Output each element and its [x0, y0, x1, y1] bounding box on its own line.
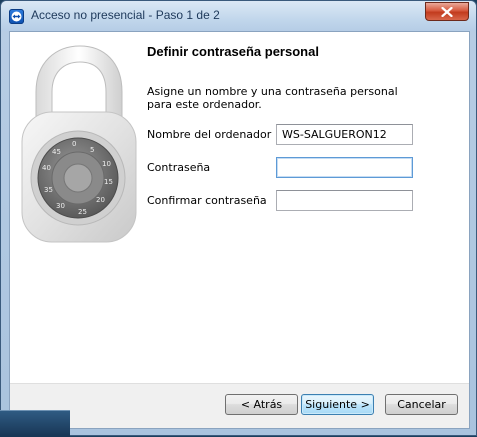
svg-text:0: 0: [72, 140, 76, 148]
close-button[interactable]: [425, 2, 469, 21]
back-button[interactable]: < Atrás: [225, 394, 298, 415]
confirm-password-field[interactable]: [276, 190, 413, 211]
window-title: Acceso no presencial - Paso 1 de 2: [31, 8, 220, 22]
svg-text:40: 40: [42, 164, 51, 172]
teamviewer-icon: [9, 9, 24, 24]
cancel-button[interactable]: Cancelar: [385, 394, 458, 415]
taskbar-fragment: [0, 410, 70, 437]
button-bar: < Atrás Siguiente > Cancelar: [10, 383, 469, 428]
computer-name-field[interactable]: [276, 124, 413, 145]
confirm-password-label: Confirmar contraseña: [147, 194, 267, 207]
password-label: Contraseña: [147, 161, 211, 174]
svg-text:5: 5: [90, 146, 94, 154]
padlock-illustration: 0 5 10 15 20 25 30 35 40 45: [21, 45, 137, 243]
title-bar[interactable]: Acceso no presencial - Paso 1 de 2: [1, 1, 476, 31]
wizard-window: Acceso no presencial - Paso 1 de 2 0 5 1…: [0, 0, 477, 436]
svg-text:30: 30: [56, 202, 65, 210]
close-icon: [441, 7, 453, 17]
next-button[interactable]: Siguiente >: [301, 394, 374, 415]
page-description: Asigne un nombre y una contraseña person…: [147, 85, 398, 111]
svg-text:15: 15: [104, 178, 113, 186]
page-heading: Definir contraseña personal: [147, 44, 319, 59]
wizard-client-area: 0 5 10 15 20 25 30 35 40 45 Definir cont…: [9, 31, 470, 429]
computer-name-label: Nombre del ordenador: [147, 128, 272, 141]
svg-text:35: 35: [44, 186, 53, 194]
svg-text:25: 25: [78, 208, 87, 216]
svg-text:10: 10: [102, 160, 111, 168]
svg-text:45: 45: [52, 148, 61, 156]
svg-text:20: 20: [96, 196, 105, 204]
password-field[interactable]: [276, 157, 413, 178]
